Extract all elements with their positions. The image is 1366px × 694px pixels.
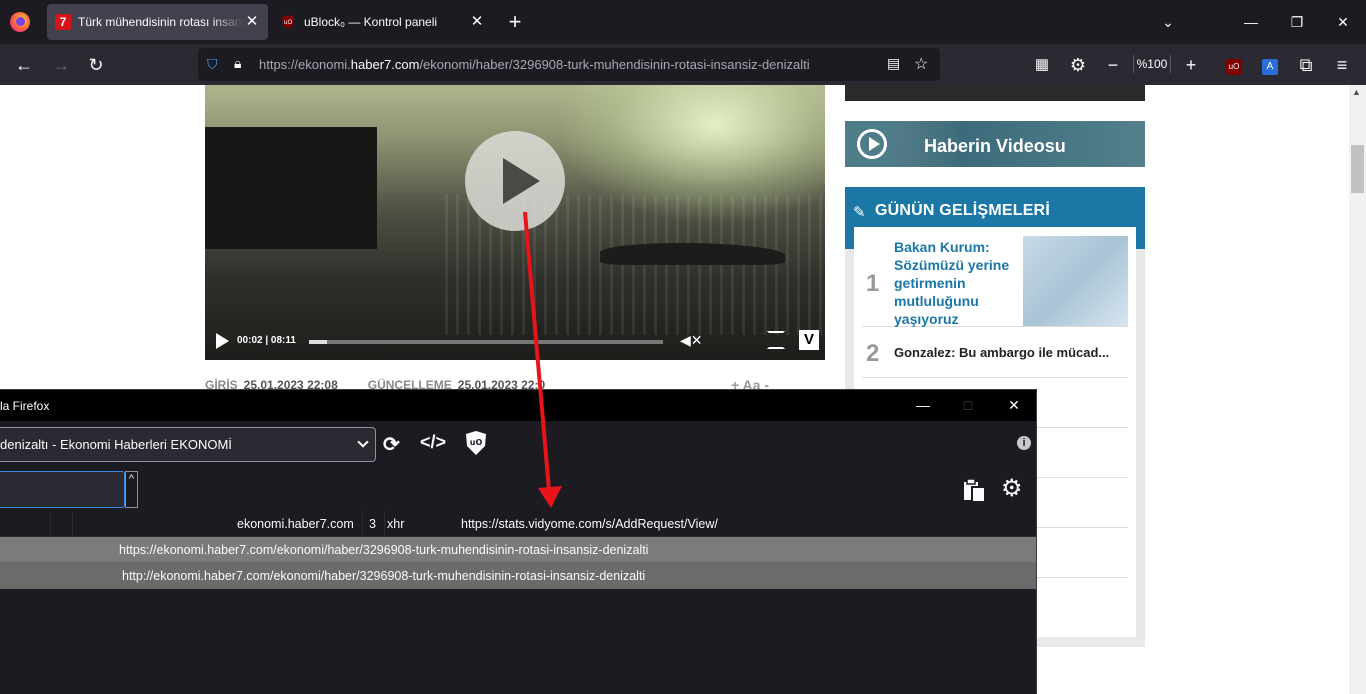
url-domain: haber7.com — [350, 57, 420, 72]
restore-icon[interactable]: ❐ — [1287, 12, 1307, 32]
tab-title: uBlock₀ — Kontrol paneli — [304, 15, 438, 29]
pencil-icon: ✎ — [853, 204, 866, 221]
play-circle-icon — [857, 129, 887, 159]
tracking-protection-ext-icon[interactable]: ▦ — [1031, 54, 1053, 76]
url-prefix: https://ekonomi. — [259, 57, 351, 72]
row-count: 3 — [369, 517, 376, 531]
ublock-toolbar-icon[interactable]: uO — [1223, 54, 1245, 76]
settings-gear-icon[interactable]: ⚙ — [1067, 54, 1089, 76]
translate-icon[interactable]: A — [1259, 54, 1281, 76]
row-type: xhr — [387, 517, 405, 531]
row-url[interactable]: http://ekonomi.haber7.com/ekonomi/haber/… — [122, 569, 645, 583]
reload-icon[interactable]: ↻ — [85, 54, 107, 76]
info-icon[interactable]: i — [1017, 436, 1031, 450]
play-icon[interactable] — [216, 333, 229, 349]
tab-select-value: denizaltı - Ekonomi Haberleri EKONOMİ — [0, 437, 232, 452]
ublock-shield-icon[interactable]: uO — [465, 430, 487, 456]
gear-icon[interactable]: ⚙ — [1001, 476, 1023, 502]
bookmark-star-icon[interactable]: ☆ — [914, 54, 928, 74]
back-icon[interactable]: ← — [13, 54, 35, 76]
app-window: 7 Türk mühendisinin rotası insansız deni… — [0, 0, 1366, 694]
row-url[interactable]: https://ekonomi.haber7.com/ekonomi/haber… — [119, 543, 648, 557]
forward-icon[interactable]: → — [50, 54, 72, 76]
haber7-favicon-icon: 7 — [55, 14, 71, 30]
row-url[interactable]: https://stats.vidyome.com/s/AddRequest/V… — [461, 517, 718, 531]
hamburger-menu-icon[interactable]: ≡ — [1331, 54, 1353, 76]
ublock-logger-window: la Firefox — □ ✕ denizaltı - Ekonomi Hab… — [0, 389, 1037, 694]
svg-text:uO: uO — [284, 19, 293, 26]
clipboard-icon[interactable] — [962, 477, 988, 503]
close-icon[interactable]: ✕ — [1006, 397, 1022, 414]
scrollbar-thumb[interactable] — [1351, 145, 1364, 193]
url-bar[interactable]: ⛉ 🔒︎ https://ekonomi.haber7.com/ekonomi/… — [198, 48, 940, 81]
maximize-icon[interactable]: □ — [960, 397, 976, 413]
news-title[interactable]: Bakan Kurum: Sözümüzü yerine getirmenin … — [894, 238, 1014, 328]
video-player[interactable]: 00:02 | 08:11 ◀✕ V — [205, 85, 825, 360]
ublock-icon: uO — [282, 15, 294, 29]
table-row[interactable]: http://ekonomi.haber7.com/ekonomi/haber/… — [0, 563, 1036, 589]
video-progress[interactable] — [309, 340, 663, 344]
new-tab-button[interactable]: + — [505, 11, 525, 33]
haberin-videosu-box[interactable]: Haberin Videosu — [845, 121, 1145, 167]
play-big-icon[interactable] — [465, 131, 565, 231]
row-domain: ekonomi.haber7.com — [237, 517, 354, 531]
reader-view-icon[interactable]: ▤ — [887, 55, 900, 72]
table-row[interactable]: https://ekonomi.haber7.com/ekonomi/haber… — [0, 537, 1036, 563]
svg-text:uO: uO — [470, 438, 483, 447]
table-row[interactable]: ekonomi.haber7.com 3 xhr https://stats.v… — [0, 511, 1036, 537]
shield-icon[interactable]: ⛉ — [207, 56, 218, 73]
log-table: ekonomi.haber7.com 3 xhr https://stats.v… — [0, 511, 1036, 589]
video-time: 00:02 | 08:11 — [237, 335, 296, 346]
vidyome-logo[interactable]: V — [799, 330, 819, 350]
tab-close-icon[interactable]: ✕ — [244, 14, 260, 30]
firefox-menu-icon[interactable] — [10, 12, 30, 32]
zoom-out-icon[interactable]: − — [1102, 54, 1124, 76]
refresh-icon[interactable]: ⟳ — [383, 432, 400, 457]
lock-icon[interactable]: 🔒︎ — [234, 55, 241, 72]
minimize-icon[interactable]: — — [1241, 12, 1261, 32]
mute-icon[interactable]: ◀✕ — [680, 332, 703, 349]
tab-article[interactable]: 7 Türk mühendisinin rotası insansız deni… — [47, 4, 268, 40]
scroll-up-icon[interactable]: ▲ — [1352, 87, 1361, 97]
tab-select[interactable]: denizaltı - Ekonomi Haberleri EKONOMİ — [0, 427, 376, 462]
code-icon[interactable]: </> — [420, 432, 446, 453]
tab-ublock-dashboard[interactable]: uO uBlock₀ — Kontrol paneli ✕ — [272, 4, 493, 40]
tab-bar: 7 Türk mühendisinin rotası insansız deni… — [0, 0, 1366, 44]
chevron-down-icon — [357, 436, 369, 448]
tab-title: Türk mühendisinin rotası insansız deniza… — [78, 15, 244, 29]
sidebar-top-image[interactable] — [845, 85, 1145, 101]
gunun-title: GÜNÜN GELİŞMELERİ — [875, 202, 1050, 219]
rank-number: 1 — [866, 270, 880, 297]
zoom-level[interactable]: %100 — [1133, 55, 1171, 73]
fullscreen-icon[interactable] — [767, 331, 785, 349]
news-thumbnail[interactable] — [1023, 236, 1128, 326]
list-all-tabs-icon[interactable]: ⌄ — [1158, 12, 1178, 32]
url-text[interactable]: https://ekonomi.haber7.com/ekonomi/haber… — [259, 57, 810, 72]
rank-number: 2 — [866, 340, 880, 367]
zoom-in-icon[interactable]: + — [1180, 54, 1202, 76]
list-item[interactable]: 2 Gonzalez: Bu ambargo ile mücad... — [862, 328, 1128, 378]
haberin-videosu-title: Haberin Videosu — [924, 136, 1066, 156]
url-path: /ekonomi/haber/3296908-turk-muhendisinin… — [419, 57, 810, 72]
list-item[interactable]: 1 Bakan Kurum: Sözümüzü yerine getirmeni… — [862, 236, 1128, 327]
minimize-icon[interactable]: — — [915, 397, 931, 413]
close-window-icon[interactable]: ✕ — [1333, 12, 1353, 32]
logger-title: la Firefox — [0, 399, 50, 413]
logger-titlebar: la Firefox — □ ✕ — [0, 390, 1036, 421]
tab-close-icon[interactable]: ✕ — [469, 14, 485, 30]
extensions-puzzle-icon[interactable]: ⧉ — [1295, 54, 1317, 76]
filter-input[interactable] — [0, 471, 125, 508]
filter-expression-toggle[interactable]: ^ — [125, 471, 138, 508]
news-title[interactable]: Gonzalez: Bu ambargo ile mücad... — [894, 345, 1126, 360]
